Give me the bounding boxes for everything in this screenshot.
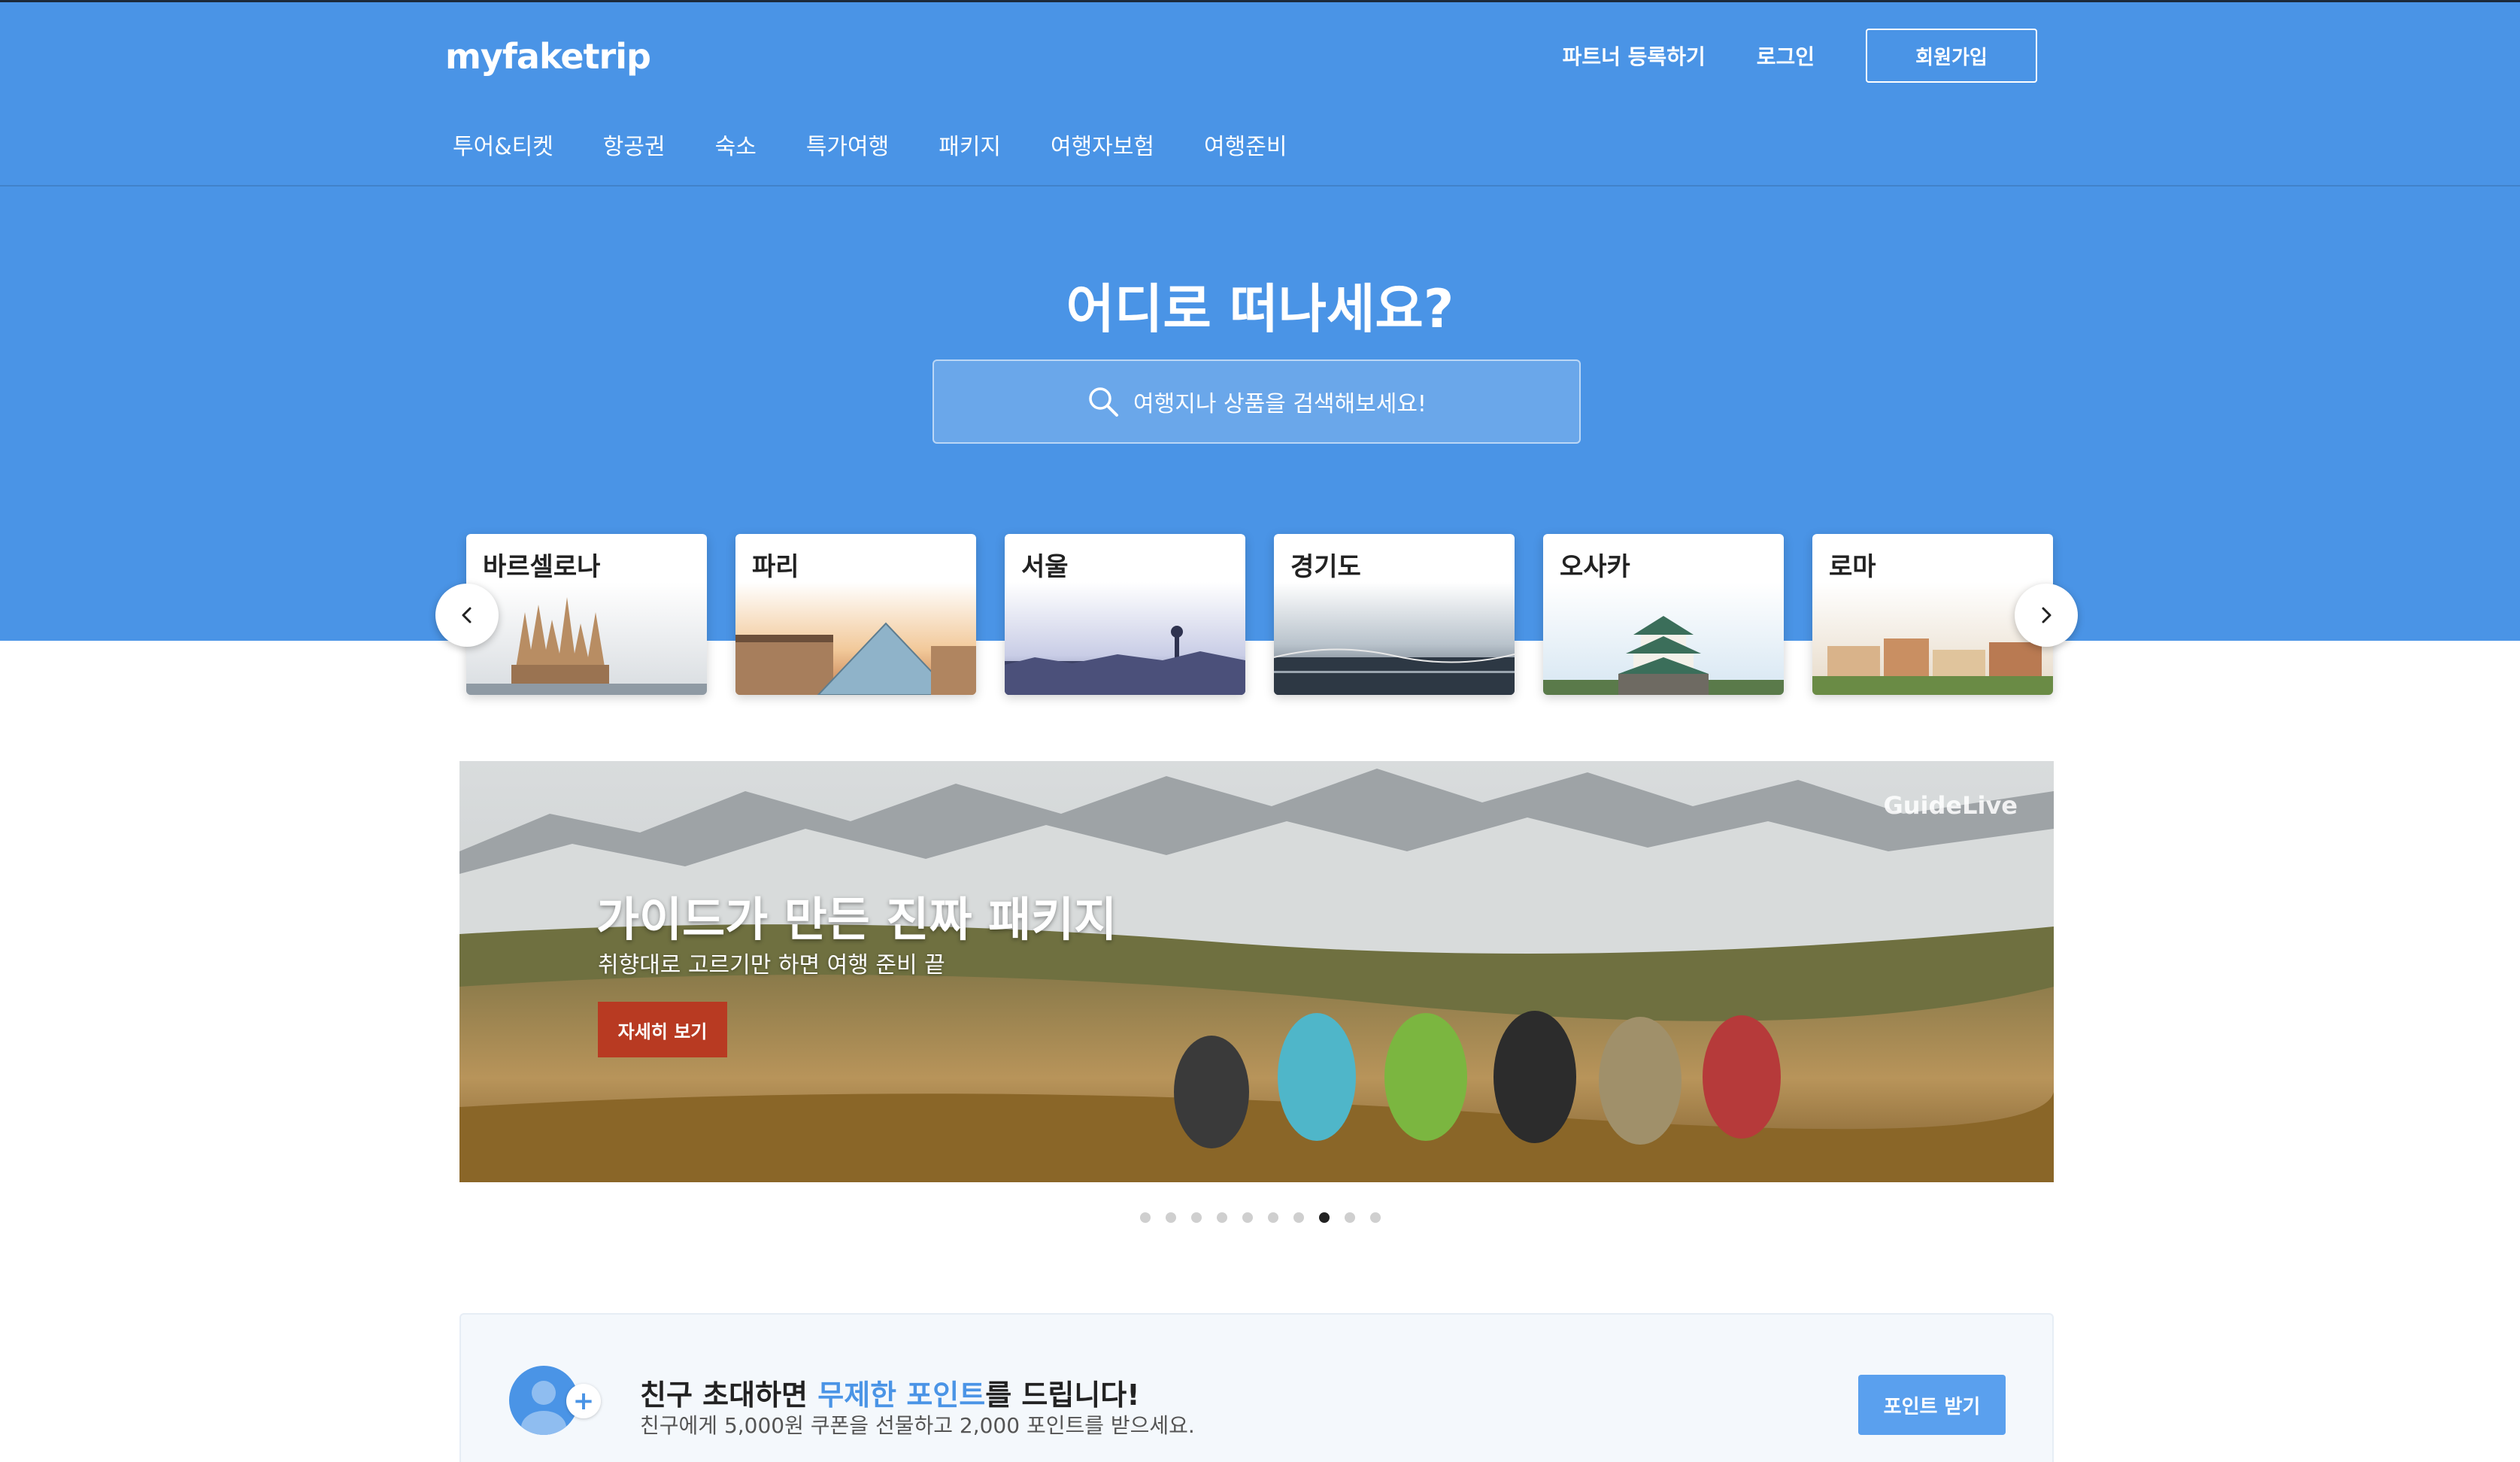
search-placeholder: 여행지나 상품을 검색해보세요! (1133, 391, 1427, 417)
city-card-osaka[interactable]: 오사카 (1543, 534, 1784, 695)
city-image-rome (1812, 582, 2053, 695)
chevron-left-icon (462, 607, 472, 623)
city-name: 파리 (752, 552, 799, 582)
city-name: 경기도 (1290, 552, 1361, 582)
chevron-right-icon (2042, 607, 2051, 623)
invite-friends-section: + 친구 초대하면 무제한 포인트를 드립니다! 친구에게 5,000원 쿠폰을… (459, 1313, 2054, 1462)
city-name: 서울 (1021, 552, 1069, 582)
plus-icon: + (566, 1384, 601, 1418)
city-carousel: 바르셀로나 파리 서울 경기도 오사카 로마 (466, 534, 2053, 695)
nav-item-tour-ticket[interactable]: 투어&티켓 (453, 128, 553, 161)
promo-banner[interactable]: GuideLive 가이드가 만든 진짜 패키지 취향대로 고르기만 하면 여행… (459, 761, 2054, 1182)
invite-subtitle: 친구에게 5,000원 쿠폰을 선물하고 2,000 포인트를 받으세요. (640, 1413, 1195, 1438)
get-points-button[interactable]: 포인트 받기 (1858, 1375, 2006, 1435)
banner-detail-button[interactable]: 자세히 보기 (598, 1002, 727, 1057)
top-border (0, 0, 2520, 2)
city-image-gyeonggi (1274, 582, 1515, 695)
city-image-barcelona (466, 582, 707, 695)
carousel-prev-button[interactable] (435, 584, 499, 647)
hero-title: 어디로 떠나세요? (1066, 278, 1454, 340)
logo[interactable]: myfaketrip (445, 30, 651, 83)
pagination-dot[interactable] (1165, 1212, 1176, 1223)
banner-subtitle: 취향대로 고르기만 하면 여행 준비 끝 (598, 952, 945, 978)
invite-title: 친구 초대하면 무제한 포인트를 드립니다! (640, 1379, 1140, 1412)
nav-item-deals[interactable]: 특가여행 (806, 128, 889, 161)
search-icon (1089, 387, 1119, 417)
pagination-dot[interactable] (1344, 1212, 1355, 1223)
pagination-dot[interactable] (1293, 1212, 1304, 1223)
banner-brand: GuideLive (1883, 791, 2018, 820)
partner-register-link[interactable]: 파트너 등록하기 (1563, 41, 1706, 71)
pagination-dot[interactable] (1216, 1212, 1227, 1223)
header-links: 파트너 등록하기 로그인 회원가입 (1563, 29, 2037, 83)
city-image-paris (735, 582, 976, 695)
pagination-dot[interactable] (1369, 1212, 1381, 1223)
invite-title-highlight: 무제한 포인트 (817, 1379, 986, 1412)
city-card-paris[interactable]: 파리 (735, 534, 976, 695)
city-image-seoul (1005, 582, 1245, 695)
city-image-osaka (1543, 582, 1784, 695)
nav-item-lodging[interactable]: 숙소 (715, 128, 757, 161)
city-name: 바르셀로나 (483, 552, 601, 582)
main-nav: 투어&티켓 항공권 숙소 특가여행 패키지 여행자보험 여행준비 (453, 128, 1287, 161)
pagination-dot[interactable] (1139, 1212, 1151, 1223)
login-link[interactable]: 로그인 (1757, 41, 1815, 71)
nav-item-flights[interactable]: 항공권 (603, 128, 666, 161)
city-name: 로마 (1829, 552, 1876, 582)
carousel-next-button[interactable] (2015, 584, 2078, 647)
pagination-dot[interactable] (1190, 1212, 1202, 1223)
city-name: 오사카 (1560, 552, 1630, 582)
nav-item-travel-prep[interactable]: 여행준비 (1204, 128, 1287, 161)
pagination-dot[interactable] (1267, 1212, 1278, 1223)
nav-item-insurance[interactable]: 여행자보험 (1051, 128, 1154, 161)
signup-button[interactable]: 회원가입 (1866, 29, 2037, 83)
search-input[interactable]: 여행지나 상품을 검색해보세요! (932, 359, 1581, 444)
city-card-gyeonggi[interactable]: 경기도 (1274, 534, 1515, 695)
banner-title: 가이드가 만든 진짜 패키지 (596, 892, 1117, 947)
pagination-dot[interactable] (1242, 1212, 1253, 1223)
nav-item-package[interactable]: 패키지 (939, 128, 1001, 161)
banner-pagination (0, 1212, 2520, 1223)
city-card-seoul[interactable]: 서울 (1005, 534, 1245, 695)
pagination-dot-active[interactable] (1318, 1212, 1330, 1223)
city-card-barcelona[interactable]: 바르셀로나 (466, 534, 707, 695)
nav-divider (0, 185, 2520, 187)
